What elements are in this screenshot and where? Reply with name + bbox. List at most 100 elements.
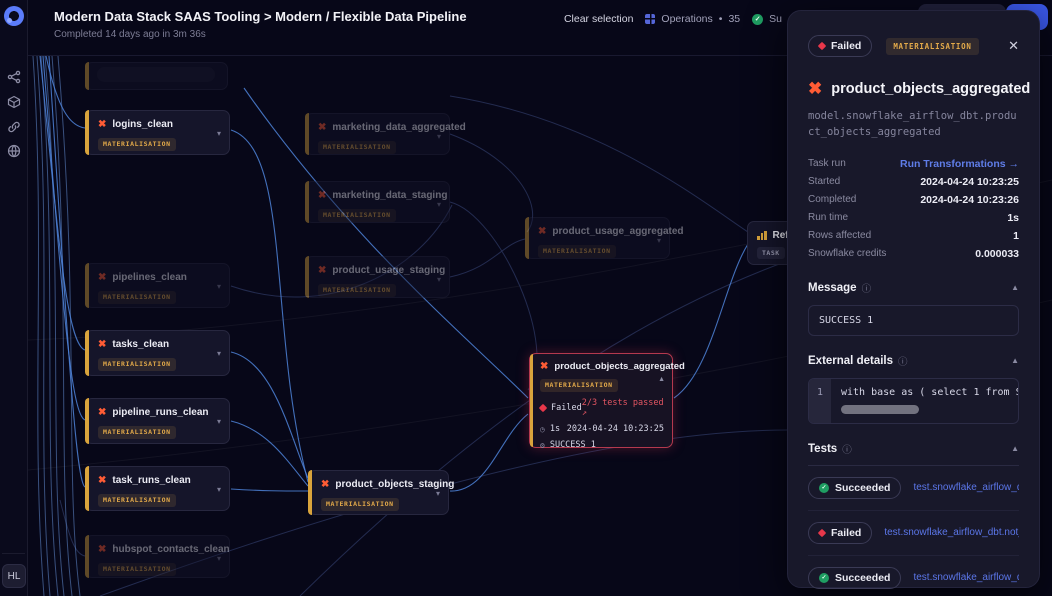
message-section-title: Message bbox=[808, 282, 857, 294]
node-task-runs-clean[interactable]: ✖task_runs_clean ▾ MATERIALISATION bbox=[85, 466, 230, 511]
node-marketing-data-staging[interactable]: ✖marketing_data_staging ▾ MATERIALISATIO… bbox=[305, 181, 450, 223]
chevron-down-icon[interactable]: ▾ bbox=[657, 236, 661, 245]
test-link[interactable]: test.snowflake_airflow_dbt.not_null_pr bbox=[884, 527, 1019, 538]
dbt-icon: ✖ bbox=[318, 123, 326, 133]
chevron-up-icon[interactable]: ▲ bbox=[658, 376, 665, 383]
test-status-badge: Succeeded bbox=[808, 567, 901, 589]
chevron-down-icon[interactable]: ▾ bbox=[437, 132, 441, 141]
sql-code-block[interactable]: 1 with base as ( select 1 from SNOWFLAKE bbox=[808, 378, 1019, 424]
collapse-arrow-icon[interactable]: ▲ bbox=[1011, 444, 1019, 453]
test-row: Succeeded test.snowflake_airflow_dbt.not… bbox=[808, 556, 1019, 596]
test-status-badge: Succeeded bbox=[808, 477, 901, 499]
chevron-down-icon[interactable]: ▾ bbox=[217, 282, 221, 291]
test-row: Succeeded test.snowflake_airflow_dbt.uni… bbox=[808, 466, 1019, 511]
chevron-down-icon[interactable]: ▾ bbox=[217, 554, 221, 563]
materialisation-badge: MATERIALISATION bbox=[321, 498, 399, 511]
info-icon: ⓘ bbox=[842, 442, 852, 456]
materialisation-badge: MATERIALISATION bbox=[318, 141, 396, 154]
test-status-badge: Failed bbox=[808, 522, 872, 544]
node-product-usage-staging[interactable]: ✖product_usage_staging ▾ MATERIALISATION bbox=[305, 256, 450, 298]
info-icon: ⓘ bbox=[862, 281, 872, 295]
app-logo-icon[interactable] bbox=[4, 6, 24, 26]
node-pipeline-runs-clean[interactable]: ✖pipeline_runs_clean ▾ MATERIALISATION bbox=[85, 398, 230, 444]
operations-counter[interactable]: Operations • 35 bbox=[645, 13, 740, 25]
collapsed-code-pill[interactable] bbox=[841, 405, 919, 414]
dbt-icon: ✖ bbox=[98, 545, 106, 555]
node-timestamp: 2024-04-24 10:23:25 bbox=[567, 424, 664, 434]
close-icon[interactable]: ✕ bbox=[1008, 38, 1019, 54]
line-number: 1 bbox=[809, 379, 831, 423]
node-partial[interactable] bbox=[85, 62, 228, 90]
succeeded-check-icon bbox=[819, 573, 829, 583]
failed-diamond-icon bbox=[539, 404, 547, 412]
message-box: SUCCESS 1 bbox=[808, 305, 1019, 336]
details-panel: Failed MATERIALISATION ✕ ✖ product_objec… bbox=[787, 10, 1040, 588]
failed-diamond-icon bbox=[818, 42, 826, 50]
dbt-icon: ✖ bbox=[98, 476, 106, 486]
node-pipelines-clean[interactable]: ✖pipelines_clean ▾ MATERIALISATION bbox=[85, 263, 230, 308]
node-marketing-data-aggregated[interactable]: ✖marketing_data_aggregated ▾ MATERIALISA… bbox=[305, 113, 450, 155]
materialisation-badge: MATERIALISATION bbox=[540, 379, 618, 392]
dbt-icon: ✖ bbox=[321, 480, 329, 490]
user-avatar[interactable]: HL bbox=[2, 564, 26, 588]
model-path: model.snowflake_airflow_dbt.product_obje… bbox=[808, 108, 1019, 141]
sql-code-line: with base as ( select 1 from SNOWFLAKE bbox=[841, 387, 1010, 398]
dbt-icon: ✖ bbox=[98, 120, 106, 130]
succeeded-check-icon bbox=[819, 483, 829, 493]
materialisation-badge: MATERIALISATION bbox=[98, 138, 176, 151]
products-cube-icon[interactable] bbox=[7, 95, 21, 109]
dbt-icon: ✖ bbox=[98, 340, 106, 350]
tests-summary-link[interactable]: 2/3 tests passed ↗ bbox=[582, 398, 664, 418]
materialisation-badge: MATERIALISATION bbox=[538, 245, 616, 258]
collapse-arrow-icon[interactable]: ▲ bbox=[1011, 356, 1019, 365]
materialisation-badge: MATERIALISATION bbox=[98, 563, 176, 576]
materialisation-badge: MATERIALISATION bbox=[318, 284, 396, 297]
sidebar: HL bbox=[0, 0, 28, 596]
chevron-down-icon[interactable]: ▾ bbox=[437, 200, 441, 209]
globe-icon[interactable] bbox=[7, 144, 21, 158]
sidebar-divider bbox=[2, 553, 25, 554]
chevron-down-icon[interactable]: ▾ bbox=[436, 489, 440, 498]
node-product-objects-staging[interactable]: ✖product_objects_staging ▾ MATERIALISATI… bbox=[308, 470, 449, 515]
node-hubspot-contacts-clean[interactable]: ✖hubspot_contacts_clean ▾ MATERIALISATIO… bbox=[85, 535, 230, 578]
panel-title: product_objects_aggregated bbox=[831, 81, 1030, 97]
integrations-link-icon[interactable] bbox=[7, 120, 21, 134]
external-details-section-title: External details bbox=[808, 355, 893, 367]
app-canvas: HL Modern Data Stack SAAS Tooling > Mode… bbox=[0, 0, 1052, 596]
node-product-usage-aggregated[interactable]: ✖product_usage_aggregated ▾ MATERIALISAT… bbox=[525, 217, 670, 259]
chevron-down-icon[interactable]: ▾ bbox=[217, 349, 221, 358]
dbt-icon: ✖ bbox=[318, 191, 326, 201]
chevron-down-icon[interactable]: ▾ bbox=[217, 129, 221, 138]
pipelines-graph-icon[interactable] bbox=[7, 70, 21, 84]
materialisation-badge: MATERIALISATION bbox=[98, 291, 176, 304]
success-counter[interactable]: Su bbox=[752, 13, 782, 25]
dbt-icon: ✖ bbox=[538, 227, 546, 237]
chevron-down-icon[interactable]: ▾ bbox=[217, 485, 221, 494]
run-transformations-link[interactable]: Run Transformations → bbox=[900, 158, 1019, 170]
node-logins-clean[interactable]: ✖logins_clean ▾ MATERIALISATION bbox=[85, 110, 230, 155]
collapse-arrow-icon[interactable]: ▲ bbox=[1011, 283, 1019, 292]
node-product-objects-aggregated-selected[interactable]: ✖product_objects_aggregated ▲ MATERIALIS… bbox=[529, 353, 673, 448]
failed-diamond-icon bbox=[818, 528, 826, 536]
tests-section-title: Tests bbox=[808, 443, 837, 455]
materialisation-badge: MATERIALISATION bbox=[98, 358, 176, 371]
test-link[interactable]: test.snowflake_airflow_dbt.not_null_pr bbox=[913, 572, 1019, 583]
test-row: Failed test.snowflake_airflow_dbt.not_nu… bbox=[808, 511, 1019, 556]
run-status-subtitle: Completed 14 days ago in 3m 36s bbox=[54, 29, 206, 40]
chevron-down-icon[interactable]: ▾ bbox=[217, 417, 221, 426]
dbt-icon: ✖ bbox=[98, 273, 106, 283]
chevron-down-icon[interactable]: ▾ bbox=[437, 275, 441, 284]
node-tasks-clean[interactable]: ✖tasks_clean ▾ MATERIALISATION bbox=[85, 330, 230, 376]
test-link[interactable]: test.snowflake_airflow_dbt.unique_pro bbox=[913, 482, 1019, 493]
materialisation-badge: MATERIALISATION bbox=[886, 38, 978, 55]
dbt-icon: ✖ bbox=[98, 408, 106, 418]
materialisation-badge: MATERIALISATION bbox=[98, 494, 176, 507]
materialisation-badge: MATERIALISATION bbox=[318, 209, 396, 222]
bar-chart-icon bbox=[757, 231, 767, 240]
info-icon: ⓘ bbox=[898, 354, 908, 368]
dbt-icon: ✖ bbox=[808, 79, 822, 99]
success-check-icon bbox=[752, 14, 763, 25]
dbt-icon: ✖ bbox=[540, 362, 548, 372]
clock-icon: ◷ bbox=[540, 425, 545, 434]
clear-selection-button[interactable]: Clear selection bbox=[564, 13, 633, 25]
